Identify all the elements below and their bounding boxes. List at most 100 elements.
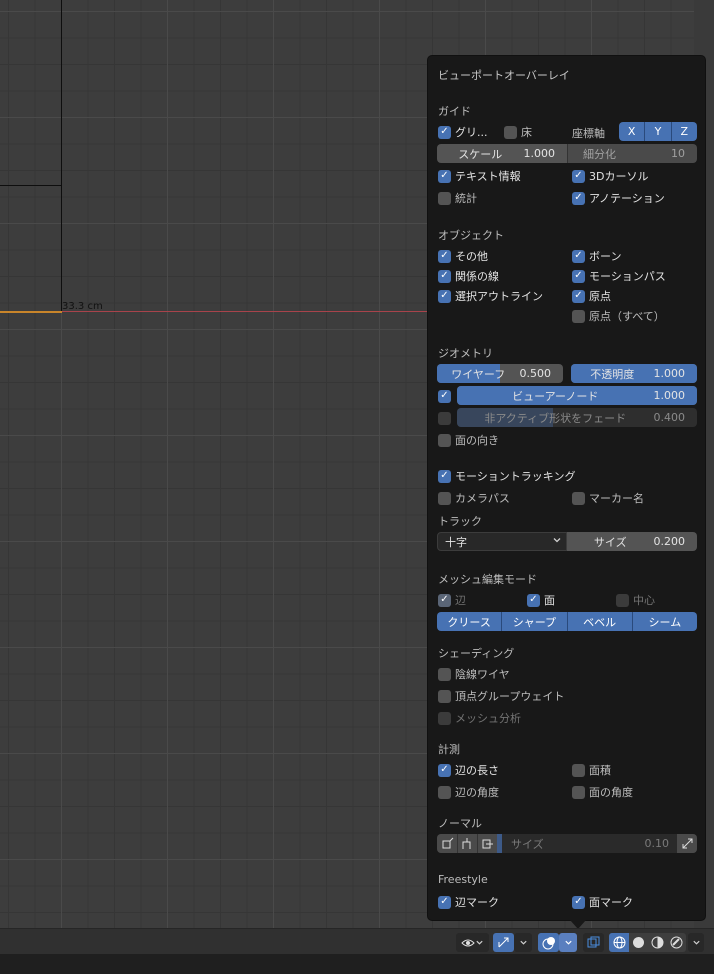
wireframe-label: ワイヤーフ bbox=[451, 367, 506, 381]
grid-checkbox[interactable]: ✓ グリ... bbox=[438, 124, 488, 140]
faces-checkbox[interactable]: ✓ 面 bbox=[527, 592, 555, 608]
viewport-header bbox=[0, 928, 714, 954]
edges-checkbox[interactable]: ✓ 辺 bbox=[438, 592, 466, 608]
gizmo-dropdown[interactable] bbox=[514, 933, 532, 952]
check-icon: ✓ bbox=[438, 763, 451, 777]
track-type-value: 十字 bbox=[445, 535, 467, 549]
section-shading: シェーディング bbox=[438, 647, 515, 660]
marker-names-checkbox[interactable]: マーカー名 bbox=[572, 490, 644, 506]
center-checkbox[interactable]: 中心 bbox=[616, 592, 655, 608]
chevron-down-icon bbox=[692, 938, 701, 947]
annotations-checkbox[interactable]: ✓ アノテーション bbox=[572, 190, 665, 206]
chevron-down-icon bbox=[564, 938, 573, 947]
vertex-group-weights-checkbox[interactable]: 頂点グループウェイト bbox=[438, 688, 564, 704]
xray-icon bbox=[587, 936, 600, 949]
section-guides: ガイド bbox=[438, 105, 471, 118]
outline-selected-checkbox[interactable]: ✓ 選択アウトライン bbox=[438, 288, 543, 304]
gizmo-toggle[interactable] bbox=[493, 933, 514, 952]
motion-paths-checkbox[interactable]: ✓ モーションパス bbox=[572, 268, 666, 284]
split-normals-icon[interactable] bbox=[457, 834, 477, 853]
extras-label: その他 bbox=[455, 250, 488, 263]
face-orientation-label: 面の向き bbox=[455, 434, 499, 447]
x-axis-line bbox=[62, 311, 432, 312]
3d-cursor-checkbox[interactable]: ✓ 3Dカーソル bbox=[572, 168, 648, 184]
hidden-wire-checkbox[interactable]: 陰線ワイヤ bbox=[438, 666, 510, 682]
axis-x-toggle[interactable]: X bbox=[619, 122, 646, 141]
vertex-normals-icon[interactable] bbox=[437, 834, 457, 853]
edge-marks-toggle-group: クリース シャープ ベベル シーム bbox=[437, 612, 697, 631]
normals-row: サイズ 0.10 bbox=[437, 834, 697, 853]
overlays-toggle[interactable] bbox=[538, 933, 559, 952]
check-icon: ✓ bbox=[572, 169, 585, 183]
solid-shading-button[interactable] bbox=[629, 933, 648, 952]
constant-screen-size-icon[interactable] bbox=[677, 834, 697, 853]
origins-checkbox[interactable]: ✓ 原点 bbox=[572, 288, 611, 304]
face-orientation-checkbox[interactable]: 面の向き bbox=[438, 432, 499, 448]
floor-label: 床 bbox=[521, 126, 532, 139]
viewer-node-slider[interactable]: ビューアーノード 1.000 bbox=[457, 386, 697, 405]
fade-inactive-value: 0.400 bbox=[653, 411, 686, 424]
subdivisions-label: 細分化 bbox=[583, 147, 616, 161]
viewer-node-checkbox[interactable]: ✓ bbox=[438, 388, 455, 404]
opacity-slider[interactable]: 不透明度 1.000 bbox=[571, 364, 697, 383]
freestyle-edge-marks-checkbox[interactable]: ✓ 辺マーク bbox=[438, 894, 499, 910]
viewer-node-label: ビューアーノード bbox=[512, 389, 599, 403]
text-info-checkbox[interactable]: ✓ テキスト情報 bbox=[438, 168, 521, 184]
xray-toggle[interactable] bbox=[583, 933, 604, 952]
check-icon: ✓ bbox=[438, 469, 451, 483]
grid-subdivisions-field[interactable]: 細分化 10 bbox=[567, 144, 697, 163]
wireframe-slider[interactable]: ワイヤーフ 0.500 bbox=[437, 364, 563, 383]
face-normals-icon[interactable] bbox=[477, 834, 497, 853]
crease-toggle[interactable]: クリース bbox=[437, 612, 503, 631]
track-type-dropdown[interactable]: 十字 bbox=[437, 532, 567, 551]
bones-checkbox[interactable]: ✓ ボーン bbox=[572, 248, 621, 264]
edge-length-label-text: 辺の長さ bbox=[455, 764, 499, 777]
opacity-label: 不透明度 bbox=[590, 367, 635, 381]
extras-checkbox[interactable]: ✓ その他 bbox=[438, 248, 488, 264]
material-preview-button[interactable] bbox=[648, 933, 667, 952]
fade-inactive-slider[interactable]: 非アクティブ形状をフェード 0.400 bbox=[457, 408, 697, 427]
statistics-checkbox[interactable]: 統計 bbox=[438, 190, 477, 206]
grid-scale-field[interactable]: スケール 1.000 bbox=[437, 144, 567, 163]
wireframe-shading-button[interactable] bbox=[609, 933, 629, 952]
viewer-node-value: 1.000 bbox=[653, 389, 686, 402]
sharp-toggle[interactable]: シャープ bbox=[502, 612, 568, 631]
selected-edge bbox=[0, 311, 62, 313]
motion-tracking-checkbox[interactable]: ✓ モーショントラッキング bbox=[438, 468, 575, 484]
freestyle-face-marks-checkbox[interactable]: ✓ 面マーク bbox=[572, 894, 633, 910]
shading-dropdown[interactable] bbox=[688, 933, 704, 952]
fade-inactive-checkbox[interactable] bbox=[438, 410, 455, 426]
axis-y-toggle[interactable]: Y bbox=[645, 122, 672, 141]
faces-label: 面 bbox=[544, 594, 555, 607]
track-size-field[interactable]: サイズ 0.200 bbox=[567, 532, 697, 551]
gizmo-icon bbox=[497, 936, 510, 949]
relationship-lines-checkbox[interactable]: ✓ 関係の線 bbox=[438, 268, 499, 284]
overlays-dropdown[interactable] bbox=[559, 933, 577, 952]
mesh-analysis-checkbox[interactable]: メッシュ分析 bbox=[438, 710, 521, 726]
chevron-down-icon bbox=[475, 938, 484, 947]
floor-checkbox[interactable]: 床 bbox=[504, 124, 532, 140]
center-label: 中心 bbox=[633, 594, 655, 607]
axis-z-toggle[interactable]: Z bbox=[671, 122, 697, 141]
edge-angle-checkbox[interactable]: 辺の角度 bbox=[438, 784, 499, 800]
check-icon: ✓ bbox=[438, 593, 451, 607]
checkbox-box bbox=[438, 433, 451, 447]
face-angle-checkbox[interactable]: 面の角度 bbox=[572, 784, 633, 800]
check-icon: ✓ bbox=[572, 895, 585, 909]
face-area-checkbox[interactable]: 面積 bbox=[572, 762, 611, 778]
seam-toggle[interactable]: シーム bbox=[632, 612, 697, 631]
edge-angle-label: 辺の角度 bbox=[455, 786, 499, 799]
rendered-shading-button[interactable] bbox=[667, 933, 686, 952]
origins-all-checkbox[interactable]: 原点（すべて） bbox=[572, 308, 665, 324]
visibility-dropdown[interactable] bbox=[456, 933, 489, 952]
eye-icon bbox=[461, 937, 475, 949]
opacity-value: 1.000 bbox=[653, 367, 686, 380]
checkbox-box bbox=[438, 411, 451, 425]
freestyle-face-marks-label: 面マーク bbox=[589, 896, 633, 909]
camera-path-checkbox[interactable]: カメラパス bbox=[438, 490, 510, 506]
checkbox-box bbox=[616, 593, 629, 607]
camera-path-label: カメラパス bbox=[455, 492, 510, 505]
bevel-toggle[interactable]: ベベル bbox=[567, 612, 633, 631]
checkbox-box bbox=[438, 667, 451, 681]
edge-length-checkbox[interactable]: ✓ 辺の長さ bbox=[438, 762, 499, 778]
